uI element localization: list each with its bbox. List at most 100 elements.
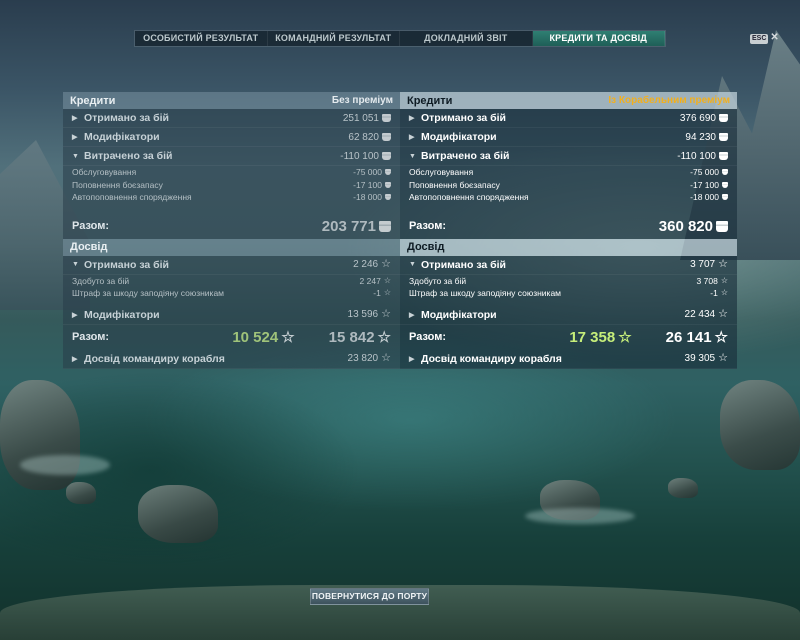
close-icon: ✕ [770,32,779,43]
credits-modifiers-row[interactable]: ▶ Модифікатори 62 820 [63,128,400,147]
star-icon: ☆ [618,328,632,346]
xp-item-label: Здобуто за бій [72,275,130,286]
xp-modifiers-value: 22 434 [684,309,716,320]
credits-earned-label: Отримано за бій [84,112,170,124]
spent-item-value: -75 000 [353,167,382,178]
star-icon: ☆ [720,288,728,298]
star-icon: ☆ [383,275,391,285]
star-icon: ☆ [718,352,728,364]
spent-item-service: Обслуговування -75 000 [63,166,400,179]
commander-xp-value: 39 305 [684,353,716,364]
free-xp-value-wrap: 10 524 ☆ [232,329,294,346]
expand-icon: ▶ [72,115,78,122]
credit-icon [379,220,391,232]
xp-earned-row[interactable]: ▼ Отримано за бій 2 246 ☆ [63,256,400,275]
credits-modifiers-value: 62 820 [348,131,379,143]
credits-total-label: Разом: [72,220,110,232]
credits-header: Кредити Без преміум [63,92,400,109]
credit-icon [385,194,391,201]
spent-item-value: -18 000 [353,192,382,203]
star-icon: ☆ [281,328,295,346]
star-icon: ☆ [720,275,728,285]
tab-detailed-report[interactable]: ДОКЛАДНИЙ ЗВІТ [400,31,533,46]
xp-total-value: 15 842 [328,328,375,346]
xp-item-label: Штраф за шкоду заподіяну союзникам [409,288,562,299]
tab-personal-result[interactable]: ОСОБИСТИЙ РЕЗУЛЬТАТ [135,31,268,46]
spent-item-value: -75 000 [690,167,719,178]
credits-total-label: Разом: [409,220,447,232]
xp-earned-value: 2 246 [353,259,379,270]
xp-title: Досвід [407,241,445,253]
credit-icon [722,169,728,176]
foam-left [20,455,110,475]
credits-modifiers-row[interactable]: ▶ Модифікатори 94 230 [400,128,737,147]
xp-item-value: -1 [373,288,381,299]
rock-right-small [668,478,698,498]
xp-body: ▼ Отримано за бій 3 707 ☆ Здобуто за бій 3… [400,255,737,369]
xp-modifiers-label: Модифікатори [421,308,497,321]
star-icon: ☆ [381,352,391,364]
commander-xp-value: 23 820 [347,353,379,364]
credits-total-row: Разом: 203 771 [63,214,400,239]
spent-item-value: -18 000 [690,192,719,203]
credit-icon [382,133,391,141]
xp-total-label: Разом: [409,331,447,343]
result-tabs: ОСОБИСТИЙ РЕЗУЛЬТАТ КОМАНДНИЙ РЕЗУЛЬТАТ … [134,30,666,47]
tab-credits-and-xp[interactable]: КРЕДИТИ ТА ДОСВІД [532,31,665,46]
credits-title: Кредити [70,94,116,107]
credit-icon [719,152,728,160]
commander-xp-row[interactable]: ▶ Досвід командиру корабля 39 305 ☆ [400,350,737,369]
xp-item-value: 2 247 [359,275,381,286]
credits-modifiers-label: Модифікатори [421,131,497,143]
xp-item-gained: Здобуто за бій 3 708 ☆ [400,275,737,288]
xp-item-gained: Здобуто за бій 2 247 ☆ [63,275,400,288]
xp-modifiers-row[interactable]: ▶ Модифікатори 13 596 ☆ [63,306,400,325]
credits-title: Кредити [407,94,453,107]
expand-icon: ▶ [409,115,415,122]
credits-body: ▶ Отримано за бій 251 051 ▶ Модифікатори 6… [63,109,400,239]
xp-item-label: Штраф за шкоду заподіяну союзникам [72,288,225,299]
tab-team-result[interactable]: КОМАНДНИЙ РЕЗУЛЬТАТ [267,31,400,46]
credit-icon [382,152,391,160]
credits-modifiers-value: 94 230 [685,131,716,143]
return-to-port-button[interactable]: ПОВЕРНУТИСЯ ДО ПОРТУ [310,588,429,605]
star-icon: ☆ [718,308,728,320]
star-icon: ☆ [381,258,391,270]
spent-item-label: Обслуговування [409,167,474,178]
star-icon: ☆ [714,328,728,346]
spent-item-label: Автопоповнення спорядження [72,192,192,203]
spent-item-consumables: Автопоповнення спорядження -18 000 [63,191,400,204]
xp-earned-label: Отримано за бій [84,258,170,271]
account-type-label: Без преміум [331,95,393,106]
xp-item-value: 3 708 [696,275,718,286]
credits-earned-row[interactable]: ▶ Отримано за бій 376 690 [400,109,737,128]
xp-body: ▼ Отримано за бій 2 246 ☆ Здобуто за бій 2… [63,255,400,369]
spent-item-value: -17 100 [353,179,382,190]
close-button[interactable]: ESC ✕ [750,32,779,44]
credits-spent-row[interactable]: ▼ Витрачено за бій -110 100 [400,147,737,166]
credits-earned-row[interactable]: ▶ Отримано за бій 251 051 [63,109,400,128]
rock-small [66,482,96,504]
collapse-icon: ▼ [72,261,79,268]
xp-item-penalty: Штраф за шкоду заподіяну союзникам -1 ☆ [400,287,737,300]
spent-item-ammo: Поповнення боєзапасу -17 100 [63,179,400,192]
free-xp-value-wrap: 17 358 ☆ [569,329,631,346]
xp-modifiers-row[interactable]: ▶ Модифікатори 22 434 ☆ [400,306,737,325]
credits-spent-label: Витрачено за бій [421,150,510,162]
spent-item-consumables: Автопоповнення спорядження -18 000 [400,191,737,204]
results-panel-premium: Кредити Із Корабельним преміум ▶ Отримано… [400,92,737,369]
xp-modifiers-label: Модифікатори [84,308,160,321]
credits-spent-row[interactable]: ▼ Витрачено за бій -110 100 [63,147,400,166]
rock-center [138,485,218,543]
credit-icon [385,181,391,188]
commander-xp-row[interactable]: ▶ Досвід командиру корабля 23 820 ☆ [63,350,400,369]
expand-icon: ▶ [409,311,415,319]
expand-icon: ▶ [72,355,78,363]
star-icon: ☆ [718,258,728,270]
credit-icon [382,114,391,122]
xp-header: Досвід [63,238,400,256]
star-icon: ☆ [381,308,391,320]
credits-modifiers-label: Модифікатори [84,131,160,143]
xp-earned-row[interactable]: ▼ Отримано за бій 3 707 ☆ [400,256,737,275]
commander-xp-label: Досвід командиру корабля [421,352,562,365]
